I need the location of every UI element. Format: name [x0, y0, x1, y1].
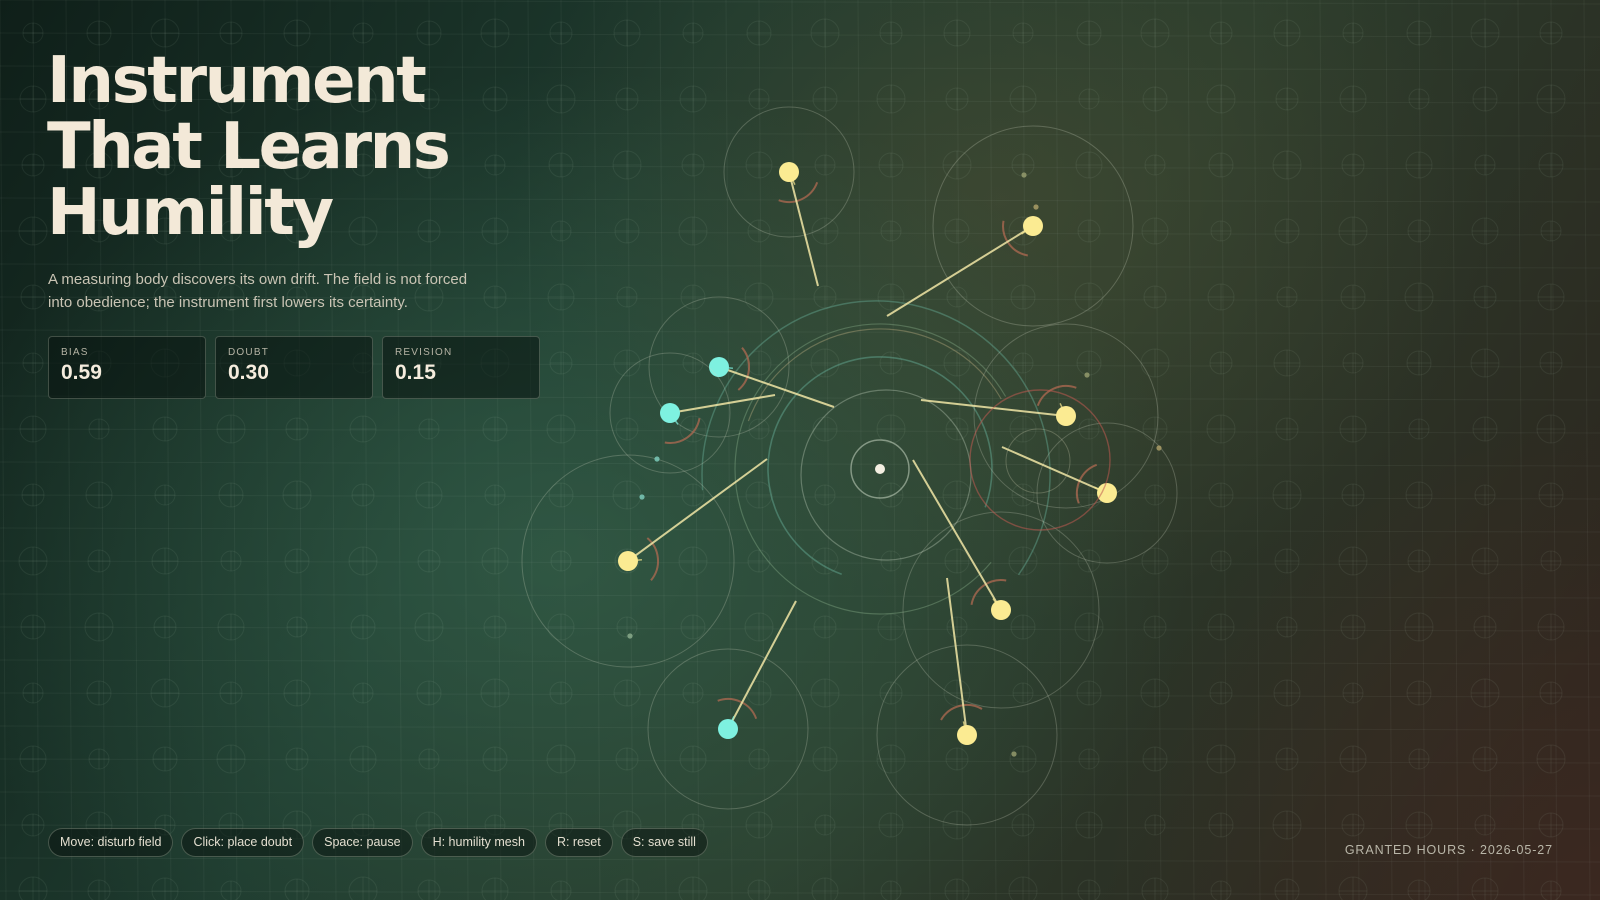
central-rings	[701, 300, 1051, 615]
core-point	[875, 464, 885, 474]
metric-value: 0.15	[395, 361, 436, 384]
probe-cool	[660, 403, 680, 423]
tether-line	[912, 459, 1002, 611]
control-place-doubt[interactable]: Click: place doubt	[181, 828, 305, 857]
speck	[1033, 204, 1039, 210]
drift-arc	[737, 347, 751, 391]
metric-label: BIAS	[61, 347, 89, 358]
tether-line	[886, 225, 1034, 317]
title-line-2: That Learns	[47, 110, 451, 184]
speck	[654, 456, 660, 462]
control-pause[interactable]: Space: pause	[312, 828, 413, 857]
page-title: Instrument That Learns Humility	[47, 44, 451, 250]
inner-ring	[800, 389, 972, 561]
speck	[1011, 751, 1017, 757]
metrics-panel: BIAS 0.59 DOUBT 0.30 REVISION 0.15	[48, 336, 540, 399]
control-reset[interactable]: R: reset	[544, 828, 613, 857]
metric-doubt: DOUBT 0.30	[215, 336, 373, 399]
metric-bias: BIAS 0.59	[48, 336, 206, 399]
speck	[1021, 172, 1027, 178]
probe-group	[521, 106, 1178, 826]
probe-cool	[709, 357, 729, 377]
footer-stamp: GRANTED HOURS · 2026-05-27	[1344, 843, 1553, 857]
drift-arc	[778, 181, 819, 203]
metric-revision: REVISION 0.15	[382, 336, 540, 399]
drift-arc	[646, 537, 660, 581]
speck	[1084, 372, 1090, 378]
metric-value: 0.59	[61, 361, 102, 384]
tether-line	[627, 458, 768, 562]
tether-line	[669, 394, 776, 414]
speck	[627, 633, 633, 639]
metric-value: 0.30	[228, 361, 269, 384]
subtitle: A measuring body discovers its own drift…	[48, 271, 468, 311]
speck	[1156, 445, 1162, 451]
title-line-3: Humility	[47, 176, 334, 250]
outer-arc	[701, 300, 1051, 576]
tether-line	[727, 600, 797, 730]
probe-warm	[1097, 483, 1117, 503]
title-line-1: Instrument	[47, 44, 427, 118]
control-disturb-field[interactable]: Move: disturb field	[48, 828, 174, 857]
drift-arc	[940, 704, 983, 721]
metric-label: REVISION	[395, 347, 453, 358]
probe-warm	[779, 162, 799, 182]
drift-arc	[717, 698, 758, 720]
probe-cool	[718, 719, 738, 739]
probe-warm	[957, 725, 977, 745]
metric-label: DOUBT	[228, 347, 269, 358]
probe-warm	[1056, 406, 1076, 426]
probe-warm	[1023, 216, 1043, 236]
mid-arc	[734, 323, 1007, 615]
drift-arc	[1036, 385, 1077, 407]
control-humility-mesh[interactable]: H: humility mesh	[420, 828, 537, 857]
probe-warm	[991, 600, 1011, 620]
controls-bar: Move: disturb field Click: place doubt S…	[48, 828, 708, 857]
tether-line	[946, 577, 968, 736]
probe-warm	[618, 551, 638, 571]
control-save-still[interactable]: S: save still	[620, 828, 708, 857]
speck	[639, 494, 645, 500]
